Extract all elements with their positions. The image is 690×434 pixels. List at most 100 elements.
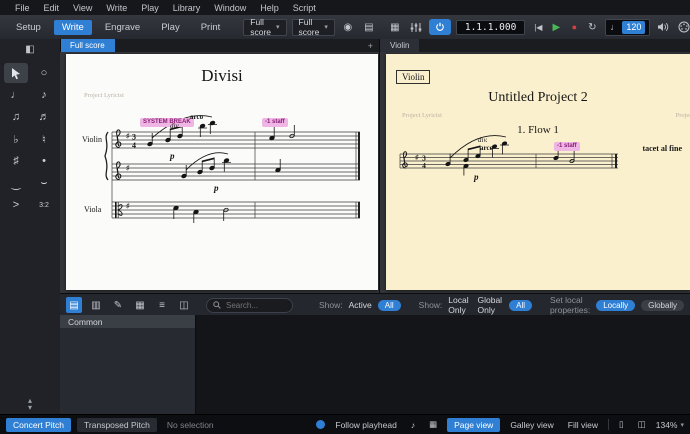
zoom-control[interactable]: 134% ▾ [656,420,684,430]
mode-tab-write[interactable]: Write [53,19,92,35]
menu-script[interactable]: Script [286,3,323,13]
mode-tab-print[interactable]: Print [193,20,229,35]
menu-edit[interactable]: Edit [37,3,67,13]
mixer-panel-icon[interactable]: ◫ [176,297,192,313]
transposed-pitch-button[interactable]: Transposed Pitch [77,417,157,432]
toolbox-scroll-down-icon[interactable]: ▾ [28,404,32,412]
page-spread-icon[interactable]: ◫ [634,417,650,432]
loop-icon[interactable]: ↻ [584,19,600,35]
global-only-option[interactable]: Global Only [477,295,503,315]
grid-panel-icon[interactable]: ▦ [132,297,148,313]
divisi-marking[interactable]: div. [478,136,488,144]
metronome-note-icon: ♩ [610,22,620,32]
power-icon [436,22,444,31]
playback-engine-power-button[interactable] [428,19,451,35]
dynamic-p[interactable]: p [214,183,219,193]
fill-view-button[interactable]: Fill view [564,418,602,432]
scope-all-button[interactable]: All [509,299,533,311]
show-scope-label: Show: [418,300,443,310]
mode-tab-setup[interactable]: Setup [8,20,49,35]
set-local-properties-label: Set local properties: [550,295,591,315]
concert-pitch-button[interactable]: Concert Pitch [6,417,72,432]
quarter-note-button[interactable]: ♩ [4,85,28,105]
view-options-eye-icon[interactable]: ◉ [340,19,356,35]
notes-staff-viola[interactable] [173,205,229,223]
play-button[interactable]: ▶ [548,19,564,35]
rhythm-dot-button[interactable]: • [32,151,56,171]
score-page-violin-part[interactable]: ♯ 3 4 Violin Untitled Project 2 Project … [386,54,690,290]
page-view-button[interactable]: Page view [447,417,501,432]
faders-panel-icon[interactable]: ≡ [154,297,170,313]
panel-toggle-icon[interactable]: ◧ [22,41,38,57]
key-editor-icon[interactable]: ▥ [88,297,104,313]
rhythmic-grid-icon[interactable]: ▦ [425,417,441,432]
properties-group-common[interactable]: Common [60,315,195,328]
record-button[interactable]: ● [566,19,582,35]
mixer-icon[interactable] [408,19,424,35]
menu-library[interactable]: Library [166,3,208,13]
properties-panel-icon[interactable]: ▤ [66,297,82,313]
search-input[interactable] [224,299,286,311]
arco-marking[interactable]: arco [190,113,203,121]
tuplet-button[interactable]: 3:2 [32,195,56,215]
local-only-option[interactable]: Local Only [448,295,471,315]
dynamic-p[interactable]: p [474,172,479,182]
system-break-signpost[interactable]: SYSTEM BREAK [140,118,194,127]
show-all-button[interactable]: All [377,299,401,311]
divisi-marking[interactable]: div. [170,122,180,130]
status-bar: Concert Pitch Transposed Pitch No select… [0,414,690,434]
part-name-token[interactable]: Violin [396,70,431,84]
sixteenth-note-button[interactable]: ♬ [32,107,56,127]
menu-play[interactable]: Play [134,3,166,13]
note-input-icon[interactable]: ♪ [407,418,419,432]
slur-button[interactable]: ⌣ [32,173,56,193]
accent-button[interactable]: > [4,195,28,215]
galley-view-button[interactable]: Galley view [506,418,557,432]
whole-note-button[interactable]: ○ [32,63,56,83]
set-locally-button[interactable]: Locally [596,299,636,311]
staff-change-signpost[interactable]: -1 staff [554,142,580,151]
layout-selector-1[interactable]: Full score ▾ [243,17,287,37]
menu-file[interactable]: File [8,3,37,13]
volume-icon[interactable] [655,19,671,35]
layout-selector-2[interactable]: Full score ▾ [291,17,335,37]
menu-help[interactable]: Help [253,3,286,13]
menu-window[interactable]: Window [207,3,253,13]
go-to-start-button[interactable]: |◀ [530,19,546,35]
meter-denominator: 4 [132,141,136,150]
jump-bar-icon[interactable]: ▦ [387,19,403,35]
flat-button[interactable]: ♭ [4,129,28,149]
staff-change-signpost[interactable]: -1 staff [262,118,288,127]
pointer-tool-button[interactable] [4,63,28,83]
score-title: Divisi [201,66,243,85]
set-globally-button[interactable]: Globally [641,299,684,311]
menu-view[interactable]: View [66,3,99,13]
selection-status: No selection [166,419,214,430]
notes-staff-violin-2[interactable] [181,152,281,179]
music-notation-full-score[interactable]: ♯ 3 4 ♯ ♯ [66,54,378,290]
single-page-icon[interactable]: ▯ [615,417,628,432]
tempo-value: 120 [622,20,646,34]
pen-tool-icon[interactable]: ✎ [110,297,126,313]
sharp-button[interactable]: ♯ [4,151,28,171]
mode-tab-play[interactable]: Play [153,20,187,35]
arco-marking[interactable]: arco [480,144,493,152]
dynamic-p[interactable]: p [170,151,175,161]
tab-violin[interactable]: Violin [380,39,420,52]
show-active-option[interactable]: Active [349,300,372,310]
follow-playhead-toggle[interactable]: Follow playhead [331,418,400,432]
panel-layout-icon[interactable]: ▤ [361,19,377,35]
score-page-full-score[interactable]: ♯ 3 4 ♯ ♯ Divisi Project Lyricist SYSTEM… [66,54,378,290]
properties-search[interactable] [206,297,293,313]
eighth-note-button[interactable]: ♪ [32,85,56,105]
menu-write[interactable]: Write [99,3,134,13]
tab-full-score[interactable]: Full score [60,39,115,52]
natural-button[interactable]: ♮ [32,129,56,149]
beamed-notes-button[interactable]: ♫ [4,107,28,127]
add-tab-button[interactable]: + [368,41,373,51]
tie-button[interactable]: ‿ [4,173,28,193]
midi-icon[interactable] [676,19,690,35]
mode-tab-engrave[interactable]: Engrave [97,20,148,35]
playhead-indicator-icon[interactable] [316,420,326,429]
tempo-display[interactable]: ♩ 120 [605,18,651,36]
